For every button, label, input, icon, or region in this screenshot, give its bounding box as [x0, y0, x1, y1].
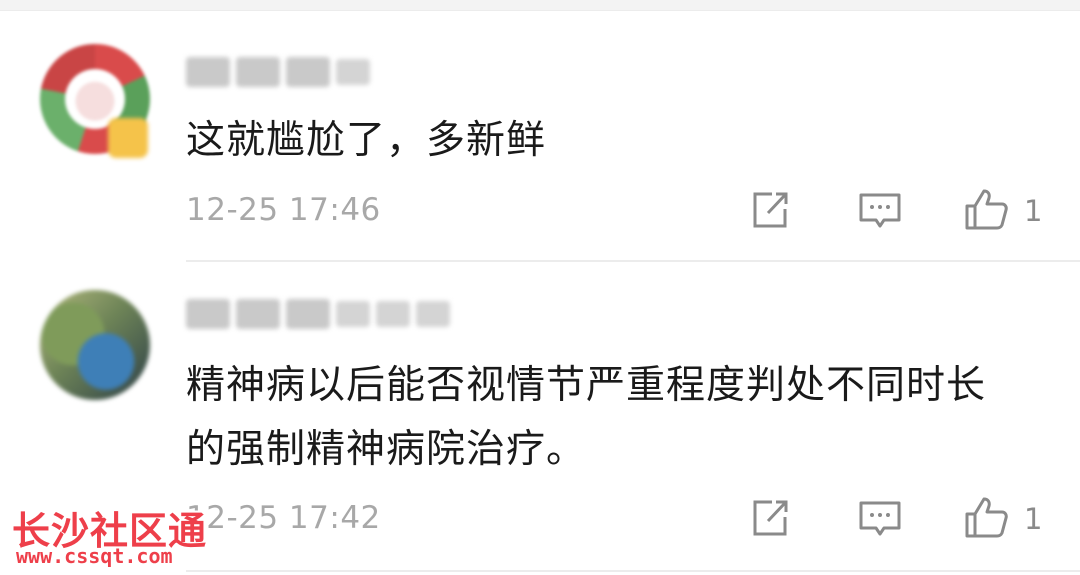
comment-timestamp: 12-25 17:46 [186, 192, 381, 228]
like-count: 1 [1024, 502, 1043, 536]
pixelated-name-block [376, 301, 410, 327]
pixelated-name-block [186, 57, 230, 87]
pixelated-name-block [236, 57, 280, 87]
comment-list-screen: 这就尴尬了，多新鲜 12-25 17:46 1 精神病以后能否视情节严重程度判处… [0, 0, 1080, 575]
thumbs-up-icon[interactable] [962, 186, 1010, 234]
comment-item: 这就尴尬了，多新鲜 12-25 17:46 1 [0, 0, 1080, 262]
pixelated-name-block [336, 301, 370, 327]
avatar[interactable] [40, 290, 150, 400]
pixelated-name-block [286, 57, 330, 87]
comment-text: 精神病以后能否视情节严重程度判处不同时长的强制精神病院治疗。 [186, 363, 987, 472]
thumbs-up-icon[interactable] [962, 494, 1010, 542]
comment-icon[interactable] [856, 494, 904, 542]
pixelated-name-block [336, 59, 370, 85]
watermark-url: www.cssqt.com [16, 544, 173, 568]
avatar-badge-icon [108, 118, 148, 158]
username-obscured[interactable] [186, 54, 370, 90]
comment-divider [186, 570, 1080, 572]
pixelated-name-block [186, 299, 230, 329]
pixelated-name-block [236, 299, 280, 329]
username-obscured[interactable] [186, 296, 450, 332]
comment-icon[interactable] [856, 186, 904, 234]
pixelated-name-block [416, 301, 450, 327]
share-icon[interactable] [746, 186, 794, 234]
like-count: 1 [1024, 194, 1043, 228]
site-watermark: 长沙社区通 www.cssqt.com [12, 500, 222, 570]
comment-text: 这就尴尬了，多新鲜 [186, 118, 547, 163]
share-icon[interactable] [746, 494, 794, 542]
pixelated-name-block [286, 299, 330, 329]
